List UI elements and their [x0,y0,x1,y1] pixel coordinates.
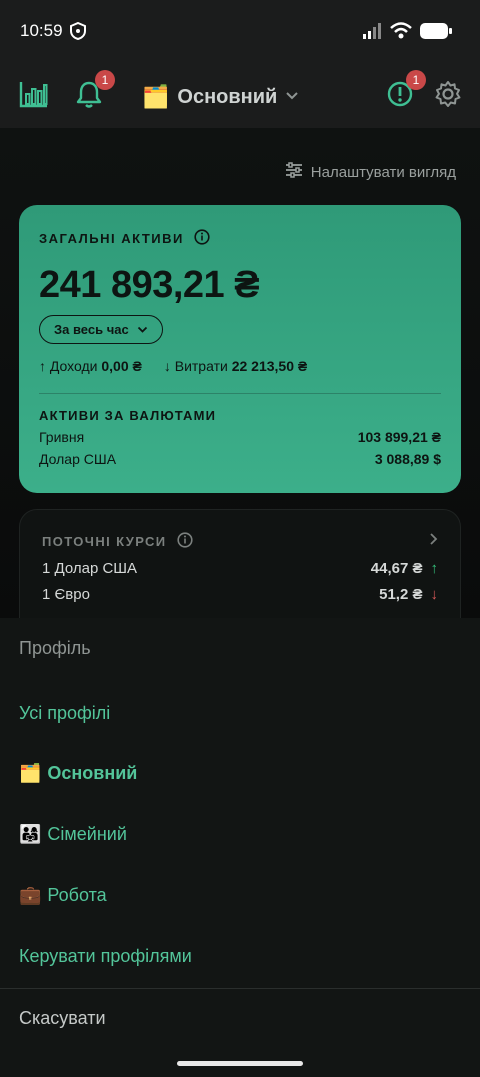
chevron-down-icon [285,88,299,106]
folder-icon: 🗂️ [142,84,170,109]
sheet-item-label: Сімейний [47,824,127,844]
period-label: За весь час [54,322,129,337]
sliders-icon [285,162,303,182]
chevron-down-icon [137,322,148,337]
gear-icon [434,80,462,113]
app-bar: 1 🗂️ Основний 1 [0,64,480,128]
sheet-item-label: Основний [47,763,138,783]
family-profile-item[interactable]: 👨‍👩‍👧 Сімейний [19,824,127,845]
customize-view-label: Налаштувати вигляд [310,163,456,181]
all-profiles-item[interactable]: Усі профілі [19,703,110,724]
rate-name: 1 Долар США [42,560,138,577]
briefcase-icon: 💼 [19,885,42,905]
status-bar: 10:59 [0,0,480,64]
sheet-item-label: Робота [47,885,107,905]
currency-amount: 3 088,89 $ [374,451,441,467]
exchange-rates-card[interactable]: ПОТОЧНІ КУРСИ 1 Долар США 44,67 ₴ ↑ 1 Євр… [19,509,461,619]
expense-value: 22 213,50 ₴ [231,358,308,374]
currency-amount: 103 899,21 ₴ [357,429,441,445]
notifications-badge: 1 [95,70,115,90]
sheet-item-label: Усі профілі [19,703,111,723]
arrow-down-icon: ↓ [430,586,439,603]
total-assets-card[interactable]: ЗАГАЛЬНІ АКТИВИ 241 893,21 ₴ За весь час… [19,205,461,493]
battery-icon [420,22,452,44]
customize-view-button[interactable]: Налаштувати вигляд [285,162,456,182]
currency-row: Гривня 103 899,21 ₴ [39,429,441,445]
currency-row: Долар США 3 088,89 $ [39,451,441,467]
rate-value-group: 44,67 ₴ ↑ [371,560,438,577]
income-value: 0,00 ₴ [101,358,142,374]
statistics-button[interactable] [16,78,52,114]
manage-profiles-item[interactable]: Керувати профілями [19,946,192,967]
rate-value-group: 51,2 ₴ ↓ [379,586,438,603]
status-icons [362,22,452,44]
period-selector[interactable]: За весь час [39,315,163,344]
expense-summary: ↓ Витрати 22 213,50 ₴ [164,358,307,374]
notifications-button[interactable]: 1 [71,70,115,114]
profile-selector[interactable]: 🗂️ Основний [142,84,299,110]
currency-name: Гривня [39,429,85,445]
info-icon[interactable] [194,229,210,248]
work-profile-item[interactable]: 💼 Робота [19,885,107,906]
income-label: ↑ Доходи [39,358,98,374]
sheet-divider [0,988,480,989]
expense-label: ↓ Витрати [163,358,228,374]
chevron-right-icon[interactable] [429,532,438,551]
sheet-item-label: Керувати профілями [19,946,192,966]
cancel-button[interactable]: Скасувати [19,1008,106,1029]
folder-icon: 🗂️ [19,763,42,783]
main-profile-item[interactable]: 🗂️ Основний [19,763,137,784]
income-summary: ↑ Доходи 0,00 ₴ [39,358,142,374]
currency-name: Долар США [39,451,117,467]
wifi-icon [390,22,412,44]
total-assets-title: ЗАГАЛЬНІ АКТИВИ [39,231,184,246]
rate-row: 1 Долар США 44,67 ₴ ↑ [42,560,438,577]
arrow-up-icon: ↑ [430,560,439,577]
status-time: 10:59 [20,21,63,40]
total-assets-header: ЗАГАЛЬНІ АКТИВИ [39,229,441,248]
alerts-button[interactable]: 1 [382,70,426,114]
rate-value: 51,2 ₴ [379,586,423,603]
assets-by-currency-title: АКТИВИ ЗА ВАЛЮТАМИ [39,408,217,423]
rate-value: 44,67 ₴ [370,560,423,577]
home-indicator[interactable] [177,1061,303,1066]
profile-sheet: Профіль Усі профілі 🗂️ Основний 👨‍👩‍👧 Сі… [0,618,480,1077]
sheet-title: Профіль [19,638,91,658]
dashboard: Налаштувати вигляд ЗАГАЛЬНІ АКТИВИ 241 8… [0,128,480,619]
settings-button[interactable] [430,78,466,114]
exchange-rates-title: ПОТОЧНІ КУРСИ [42,534,167,549]
exchange-rates-header: ПОТОЧНІ КУРСИ [42,532,438,551]
signal-icon [362,22,382,44]
rate-name: 1 Євро [42,586,90,603]
family-icon: 👨‍👩‍👧 [19,824,42,844]
rate-row: 1 Євро 51,2 ₴ ↓ [42,586,438,603]
card-divider [39,393,441,394]
income-expense-row: ↑ Доходи 0,00 ₴ ↓ Витрати 22 213,50 ₴ [39,358,441,374]
info-icon[interactable] [176,532,193,551]
bar-chart-icon [19,80,49,113]
total-assets-amount: 241 893,21 ₴ [39,264,260,306]
shield-icon [70,21,86,45]
profile-name: Основний [177,85,278,108]
alerts-badge: 1 [406,70,426,90]
